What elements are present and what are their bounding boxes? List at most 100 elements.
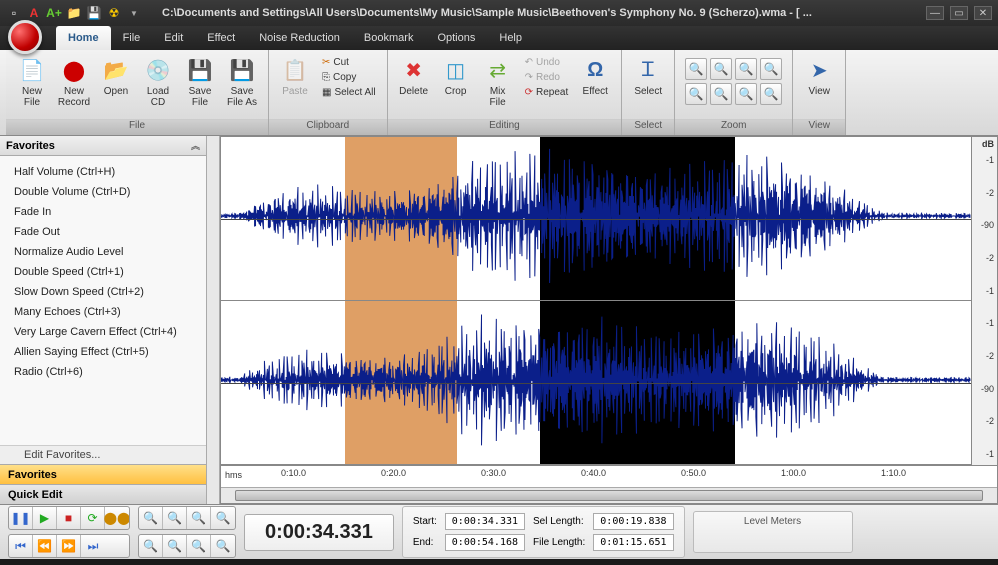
qat-undo-icon[interactable]: A (26, 5, 42, 21)
waveform-area[interactable]: dB -1-2-90-2-1-1-2-90-2-1 (221, 137, 997, 465)
play-loop-button[interactable]: ⟳ (81, 507, 105, 529)
favorite-item[interactable]: Many Echoes (Ctrl+3) (0, 302, 206, 322)
zoom-sel-button[interactable]: 🔍 (735, 58, 757, 80)
horizontal-scrollbar[interactable] (221, 487, 997, 503)
paste-button[interactable]: 📋Paste (275, 54, 315, 99)
mix-file-button[interactable]: ⇄MixFile (478, 54, 518, 110)
end-value[interactable]: 0:00:54.168 (445, 534, 525, 551)
zoom-left-button[interactable]: 🔍 (735, 83, 757, 105)
zoom-vout-button[interactable]: 🔍 (163, 535, 187, 557)
favorites-tab[interactable]: Favorites (0, 464, 206, 484)
favorite-item[interactable]: Double Volume (Ctrl+D) (0, 182, 206, 202)
redo-button[interactable]: ↷Redo (522, 71, 572, 84)
playback-buttons: ❚❚ ▶ ■ ⟳ ⬤⬤ (8, 506, 130, 530)
new-file-button[interactable]: 📄NewFile (12, 54, 52, 110)
load-cd-button[interactable]: 💿LoadCD (138, 54, 178, 110)
favorite-item[interactable]: Normalize Audio Level (0, 242, 206, 262)
minimize-button[interactable]: — (926, 6, 944, 20)
qat-add-icon[interactable]: A+ (46, 5, 62, 21)
waveform-channel-left[interactable] (221, 137, 971, 301)
maximize-button[interactable]: ▭ (950, 6, 968, 20)
zoom-full-button[interactable]: 🔍 (760, 58, 782, 80)
qat-dropdown-icon[interactable]: ▼ (126, 5, 142, 21)
db-mark: -1 (972, 286, 997, 296)
crop-button[interactable]: ◫Crop (436, 54, 476, 99)
favorite-item[interactable]: Radio (Ctrl+6) (0, 362, 206, 382)
timeline-unit-label: hms (225, 470, 242, 480)
save-file-button[interactable]: 💾SaveFile (180, 54, 220, 110)
waveform-channel-right[interactable] (221, 301, 971, 465)
zoom-out-button[interactable]: 🔍 (163, 507, 187, 529)
db-mark: -2 (972, 188, 997, 198)
copy-icon: ⎘ (322, 72, 330, 83)
qat-new-icon[interactable]: ▫ (6, 5, 22, 21)
zoom-in-v-button[interactable]: 🔍 (685, 83, 707, 105)
rewind-button[interactable]: ⏪ (33, 535, 57, 557)
tab-options[interactable]: Options (425, 26, 487, 50)
zoom-l-button[interactable]: 🔍 (187, 535, 211, 557)
qat-burn-icon[interactable]: ☢ (106, 5, 122, 21)
open-button[interactable]: 📂Open (96, 54, 136, 99)
repeat-button[interactable]: ⟳Repeat (522, 86, 572, 99)
close-button[interactable]: ✕ (974, 6, 992, 20)
start-value[interactable]: 0:00:34.331 (445, 513, 525, 530)
record-icon: ⬤ (60, 56, 88, 84)
new-record-button[interactable]: ⬤NewRecord (54, 54, 94, 110)
stop-button[interactable]: ■ (57, 507, 81, 529)
zoom-in-button[interactable]: 🔍 (139, 507, 163, 529)
play-button[interactable]: ▶ (33, 507, 57, 529)
tab-effect[interactable]: Effect (195, 26, 247, 50)
effect-button[interactable]: ΩEffect (575, 54, 615, 99)
tab-bookmark[interactable]: Bookmark (352, 26, 426, 50)
zoom-out-h-button[interactable]: 🔍 (710, 58, 732, 80)
edit-favorites-button[interactable]: Edit Favorites... (0, 445, 206, 464)
save-icon: 💾 (186, 56, 214, 84)
favorite-item[interactable]: Half Volume (Ctrl+H) (0, 162, 206, 182)
zoom-vin-button[interactable]: 🔍 (139, 535, 163, 557)
zoom-all-button[interactable]: 🔍 (211, 507, 235, 529)
favorite-item[interactable]: Fade Out (0, 222, 206, 242)
vertical-scrollbar[interactable] (207, 136, 220, 504)
select-all-button[interactable]: ▦Select All (319, 86, 379, 99)
sel-length-value[interactable]: 0:00:19.838 (593, 513, 673, 530)
tab-home[interactable]: Home (56, 26, 111, 50)
zoom-selection-button[interactable]: 🔍 (187, 507, 211, 529)
pause-button[interactable]: ❚❚ (9, 507, 33, 529)
delete-button[interactable]: ✖Delete (394, 54, 434, 99)
cut-button[interactable]: ✂Cut (319, 56, 379, 69)
tab-help[interactable]: Help (487, 26, 534, 50)
tab-noise-reduction[interactable]: Noise Reduction (247, 26, 352, 50)
chevron-up-icon: ︽ (191, 139, 200, 152)
undo-button[interactable]: ↶Undo (522, 56, 572, 69)
timeline-ruler[interactable]: hms 0:10.00:20.00:30.00:40.00:50.01:00.0… (221, 465, 997, 487)
zoom-in-h-button[interactable]: 🔍 (685, 58, 707, 80)
zoom-out-v-button[interactable]: 🔍 (710, 83, 732, 105)
db-mark: -2 (972, 253, 997, 263)
favorite-item[interactable]: Allien Saying Effect (Ctrl+5) (0, 342, 206, 362)
goto-end-button[interactable]: ⏭ (81, 535, 105, 557)
favorite-item[interactable]: Double Speed (Ctrl+1) (0, 262, 206, 282)
view-button[interactable]: ➤View (799, 54, 839, 99)
qat-open-icon[interactable]: 📁 (66, 5, 82, 21)
record-orb-button[interactable] (8, 20, 42, 54)
goto-start-button[interactable]: ⏮ (9, 535, 33, 557)
main-area: Favorites ︽ Half Volume (Ctrl+H)Double V… (0, 136, 998, 504)
tab-edit[interactable]: Edit (152, 26, 195, 50)
forward-button[interactable]: ⏩ (57, 535, 81, 557)
favorite-item[interactable]: Fade In (0, 202, 206, 222)
tab-file[interactable]: File (111, 26, 153, 50)
select-button[interactable]: ᏆSelect (628, 54, 668, 99)
qat-save-icon[interactable]: 💾 (86, 5, 102, 21)
save-as-button[interactable]: 💾SaveFile As (222, 54, 262, 110)
quick-edit-tab[interactable]: Quick Edit (0, 484, 206, 504)
favorite-item[interactable]: Very Large Cavern Effect (Ctrl+4) (0, 322, 206, 342)
zoom-right-button[interactable]: 🔍 (760, 83, 782, 105)
file-length-value[interactable]: 0:01:15.651 (593, 534, 673, 551)
favorite-item[interactable]: Slow Down Speed (Ctrl+2) (0, 282, 206, 302)
cd-icon: 💿 (144, 56, 172, 84)
sidebar-header[interactable]: Favorites ︽ (0, 136, 206, 156)
copy-button[interactable]: ⎘Copy (319, 71, 379, 84)
record-button[interactable]: ⬤⬤ (105, 507, 129, 529)
zoom-r-button[interactable]: 🔍 (211, 535, 235, 557)
crop-icon: ◫ (442, 56, 470, 84)
